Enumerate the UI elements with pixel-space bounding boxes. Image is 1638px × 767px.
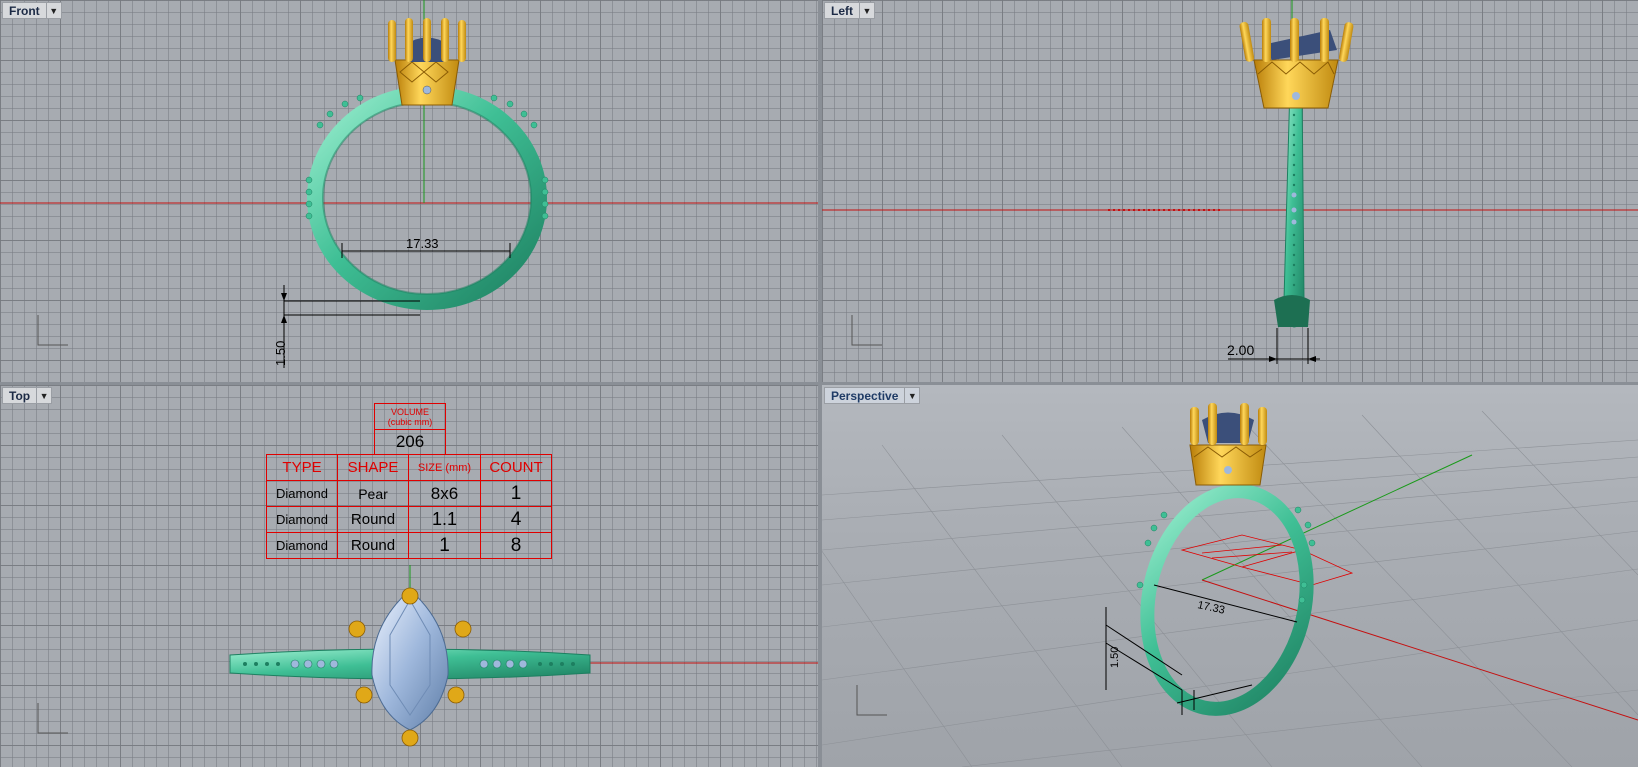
ring-head <box>1239 18 1354 109</box>
axis-gizmo <box>856 685 887 716</box>
table-cell: Diamond <box>266 480 338 507</box>
front-viewport[interactable]: 17.33 1.50 Front ▼ <box>0 0 818 382</box>
chevron-down-icon[interactable]: ▼ <box>36 388 51 403</box>
table-cell: 4 <box>480 506 552 533</box>
table-cell: 8x6 <box>408 480 481 507</box>
left-viewport[interactable]: 2.00 Left ▼ <box>822 0 1638 382</box>
left-width-label: 2.00 <box>1227 342 1254 358</box>
axis-gizmo <box>37 315 68 346</box>
table-cell: Diamond <box>266 532 338 559</box>
front-ring-render: 17.33 1.50 <box>0 0 818 368</box>
table-cell: Pear <box>337 480 409 507</box>
table-cell: Round <box>337 532 409 559</box>
persp-diameter-label: 17.33 <box>1196 599 1225 616</box>
axis-gizmo <box>37 703 68 734</box>
chevron-down-icon[interactable]: ▼ <box>45 3 61 18</box>
table-cell: 1 <box>480 480 552 507</box>
table-cell: 1.1 <box>408 506 481 533</box>
front-diameter-label: 17.33 <box>406 236 439 251</box>
table-cell: 8 <box>480 532 552 559</box>
top-viewport[interactable]: VOLUME (cubic mm) 206 TYPE SHAPE SIZE (m… <box>0 385 818 767</box>
x-axis-line <box>1201 579 1638 721</box>
volume-title: VOLUME <box>390 406 429 417</box>
table-cell: Diamond <box>266 506 338 533</box>
pear-diamond <box>371 589 449 731</box>
table-header-cell: TYPE <box>266 454 338 481</box>
persp-thickness-label: 1.50 <box>1109 647 1121 668</box>
front-thickness-label: 1.50 <box>273 341 288 366</box>
ring-shank <box>1283 84 1305 328</box>
volume-unit: (cubic mm) <box>387 416 433 427</box>
axis-gizmo <box>851 315 882 346</box>
table-cell: Round <box>337 506 409 533</box>
table-header-cell: COUNT <box>480 454 552 481</box>
table-header-cell: SHAPE <box>337 454 409 481</box>
ring-band <box>1140 484 1314 716</box>
table-cell: 1 <box>408 532 481 559</box>
chevron-down-icon[interactable]: ▼ <box>904 388 919 403</box>
viewport-label-top[interactable]: Top ▼ <box>2 387 53 404</box>
ring-head <box>1189 403 1267 486</box>
ring-band <box>307 86 547 310</box>
side-stones <box>305 94 549 220</box>
volume-value: 206 <box>395 432 425 451</box>
ring-head <box>388 18 466 106</box>
viewport-label-perspective[interactable]: Perspective ▼ <box>824 387 921 404</box>
table-header-cell: SIZE (mm) <box>408 454 481 481</box>
left-ring-render: 2.00 <box>822 0 1638 364</box>
perspective-ring-render: 17.33 1.50 <box>822 403 1638 767</box>
viewport-label-left[interactable]: Left ▼ <box>824 2 875 19</box>
viewport-label-front[interactable]: Front ▼ <box>2 2 62 19</box>
perspective-viewport[interactable]: 17.33 1.50 Perspective ▼ <box>822 385 1638 767</box>
chevron-down-icon[interactable]: ▼ <box>859 3 874 18</box>
